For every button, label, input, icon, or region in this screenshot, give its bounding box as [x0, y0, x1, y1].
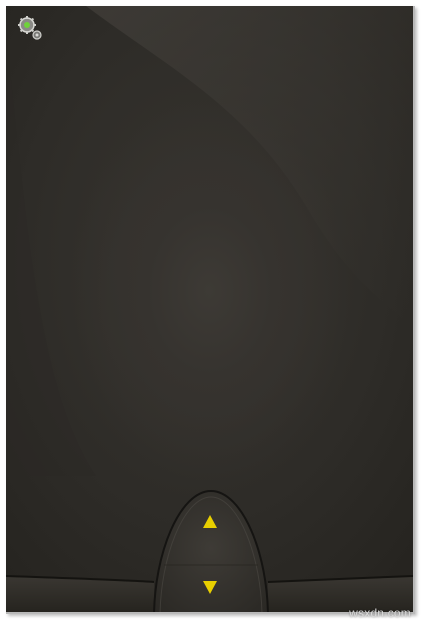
scroll-up-button[interactable]: [192, 506, 228, 536]
triangle-up-icon: [203, 515, 217, 528]
triangle-down-icon: [203, 581, 217, 594]
app-screen[interactable]: [6, 6, 415, 614]
window-frame: wsxdn.com: [0, 0, 425, 625]
settings-gears-icon[interactable]: [16, 14, 46, 44]
large-gear-icon: [18, 16, 36, 34]
scroll-down-button[interactable]: [192, 572, 228, 602]
small-gear-icon: [32, 30, 42, 40]
watermark-text: wsxdn.com: [349, 606, 411, 620]
